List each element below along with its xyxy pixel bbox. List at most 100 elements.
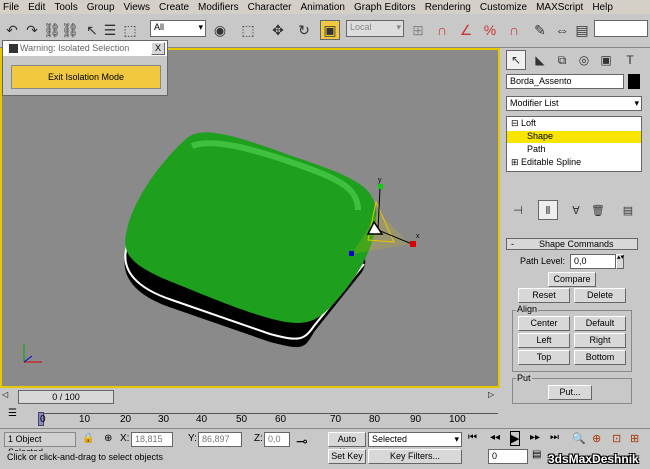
current-frame-field[interactable]: 0 (488, 449, 528, 464)
menu-rendering[interactable]: Rendering (425, 2, 471, 13)
goto-end-icon[interactable]: ⏭ (550, 432, 559, 443)
stack-item-editable-spline[interactable]: ⊞ Editable Spline (511, 157, 581, 168)
selection-filter-dropdown[interactable]: All ▾ (150, 20, 206, 37)
menu-customize[interactable]: Customize (480, 2, 527, 13)
compare-button[interactable]: Compare (548, 272, 596, 287)
reset-button[interactable]: Reset (518, 288, 570, 303)
menu-edit[interactable]: Edit (28, 2, 45, 13)
menu-graph-editors[interactable]: Graph Editors (354, 2, 416, 13)
unlink-icon[interactable]: ⛓ (60, 20, 80, 40)
modifier-list-dropdown[interactable]: Modifier List ▾ (506, 96, 642, 111)
zoom-extents-icon[interactable]: ⊡ (612, 432, 621, 445)
menu-tools[interactable]: Tools (54, 2, 77, 13)
configure-sets-icon[interactable]: ▤ (618, 200, 638, 220)
menu-create[interactable]: Create (159, 2, 189, 13)
key-filters-button[interactable]: Key Filters... (368, 449, 462, 464)
select-icon[interactable]: ↖ (82, 20, 102, 40)
align-left-button[interactable]: Left (518, 333, 570, 348)
time-slider-thumb[interactable]: 0 / 100 (18, 390, 114, 404)
window-crossing-icon[interactable]: ⬚ (238, 20, 258, 40)
exit-isolation-button[interactable]: Exit Isolation Mode (11, 65, 161, 89)
motion-tab-icon[interactable]: ◎ (574, 50, 594, 70)
delete-button[interactable]: Delete (574, 288, 626, 303)
align-default-button[interactable]: Default (574, 316, 626, 331)
align-bottom-button[interactable]: Bottom (574, 350, 626, 365)
key-mode-dropdown[interactable]: Selected ▾ (368, 432, 462, 447)
prev-key-icon[interactable]: ◂◂ (490, 432, 500, 443)
snap-toggle-icon[interactable]: ∩ (432, 20, 452, 40)
time-config-icon[interactable]: ▤ (532, 449, 541, 460)
z-coordinate-field[interactable]: 0,0 (264, 432, 290, 447)
reference-coord-dropdown[interactable]: Local ▾ (346, 20, 404, 37)
viewport-perspective[interactable]: x y (0, 48, 500, 388)
object-name-field[interactable]: Borda_Assento (506, 74, 624, 89)
scale-icon[interactable]: ▣ (320, 20, 340, 40)
zoom-extents-all-icon[interactable]: ⊞ (630, 432, 639, 445)
chevron-down-icon: ▾ (454, 434, 459, 444)
create-tab-icon[interactable]: ↖ (506, 50, 526, 70)
angle-snap-icon[interactable]: ∠ (456, 20, 476, 40)
menu-help[interactable]: Help (592, 2, 613, 13)
object-color-swatch[interactable] (628, 74, 640, 89)
spinner-snap-icon[interactable]: ∩ (504, 20, 524, 40)
menu-character[interactable]: Character (248, 2, 292, 13)
lock-icon[interactable]: 🔒 (82, 433, 94, 444)
named-selection-icon[interactable]: ✎ (530, 20, 550, 40)
menu-group[interactable]: Group (87, 2, 115, 13)
key-mode-value: Selected (372, 434, 408, 444)
key-icon[interactable]: ⊸ (296, 433, 308, 450)
utilities-tab-icon[interactable]: T (620, 50, 640, 70)
align-center-button[interactable]: Center (518, 316, 570, 331)
align-icon[interactable]: ▤ (572, 20, 592, 40)
menu-animation[interactable]: Animation (301, 2, 345, 13)
put-button[interactable]: Put... (548, 385, 592, 400)
track-bar-menu-icon[interactable]: ☰ (8, 408, 17, 419)
path-level-spinner[interactable]: ▴▾ (616, 254, 624, 269)
isolation-warning-titlebar[interactable]: Warning: Isolated Selection (3, 41, 167, 56)
menu-file[interactable]: File (3, 2, 19, 13)
menu-maxscript[interactable]: MAXScript (536, 2, 583, 13)
mirror-icon[interactable]: ⇔ (552, 20, 572, 40)
next-frame-icon[interactable]: ▷ (488, 390, 500, 404)
play-icon[interactable]: ▶ (510, 431, 521, 446)
make-unique-icon[interactable]: ∀ (566, 200, 586, 220)
zoom-all-icon[interactable]: ⊕ (592, 432, 601, 445)
auto-key-button[interactable]: Auto Key (328, 432, 366, 457)
undo-icon[interactable]: ↶ (2, 20, 22, 40)
align-right-button[interactable]: Right (574, 333, 626, 348)
set-key-button[interactable]: Set Key (328, 449, 366, 464)
align-top-button[interactable]: Top (518, 350, 570, 365)
stack-item-shape[interactable]: Shape (507, 131, 641, 143)
move-icon[interactable]: ✥ (268, 20, 288, 40)
next-key-icon[interactable]: ▸▸ (530, 432, 540, 443)
menu-views[interactable]: Views (124, 2, 151, 13)
zoom-icon[interactable]: 🔍 (572, 432, 586, 445)
menu-modifiers[interactable]: Modifiers (198, 2, 239, 13)
transform-mode-icon[interactable]: ⊕ (104, 433, 112, 444)
display-tab-icon[interactable]: ▣ (596, 50, 616, 70)
hierarchy-tab-icon[interactable]: ⧉ (552, 50, 572, 70)
y-coordinate-field[interactable]: 86,897 (198, 432, 242, 447)
named-selection-field[interactable] (594, 20, 648, 37)
percent-snap-icon[interactable]: % (480, 20, 500, 40)
stack-item-path[interactable]: Path (527, 144, 546, 154)
stack-item-loft[interactable]: ⊟ Loft (511, 118, 536, 129)
remove-modifier-icon[interactable]: 🗑 (588, 200, 608, 220)
rotate-icon[interactable]: ↻ (294, 20, 314, 40)
link-icon[interactable]: ⛓ (42, 20, 62, 40)
close-button[interactable]: X (151, 42, 165, 55)
pin-stack-icon[interactable]: ⊣ (508, 200, 528, 220)
redo-icon[interactable]: ↷ (22, 20, 42, 40)
x-coordinate-field[interactable]: 18,815 (131, 432, 173, 447)
prev-frame-icon[interactable]: ◁ (2, 390, 14, 404)
shape-commands-rollout-header[interactable]: - Shape Commands (506, 238, 638, 250)
path-level-input[interactable]: 0,0 (570, 254, 616, 269)
pivot-center-icon[interactable]: ⊞ (408, 20, 428, 40)
select-object-icon[interactable]: ◉ (210, 20, 230, 40)
select-by-name-icon[interactable]: ☰ (100, 20, 120, 40)
modify-tab-icon[interactable]: ◣ (530, 50, 550, 70)
select-region-icon[interactable]: ⬚ (120, 20, 140, 40)
show-end-result-icon[interactable]: Ⅱ (538, 200, 558, 220)
track-bar[interactable]: ☰ (0, 406, 502, 428)
goto-start-icon[interactable]: ⏮ (468, 432, 477, 443)
